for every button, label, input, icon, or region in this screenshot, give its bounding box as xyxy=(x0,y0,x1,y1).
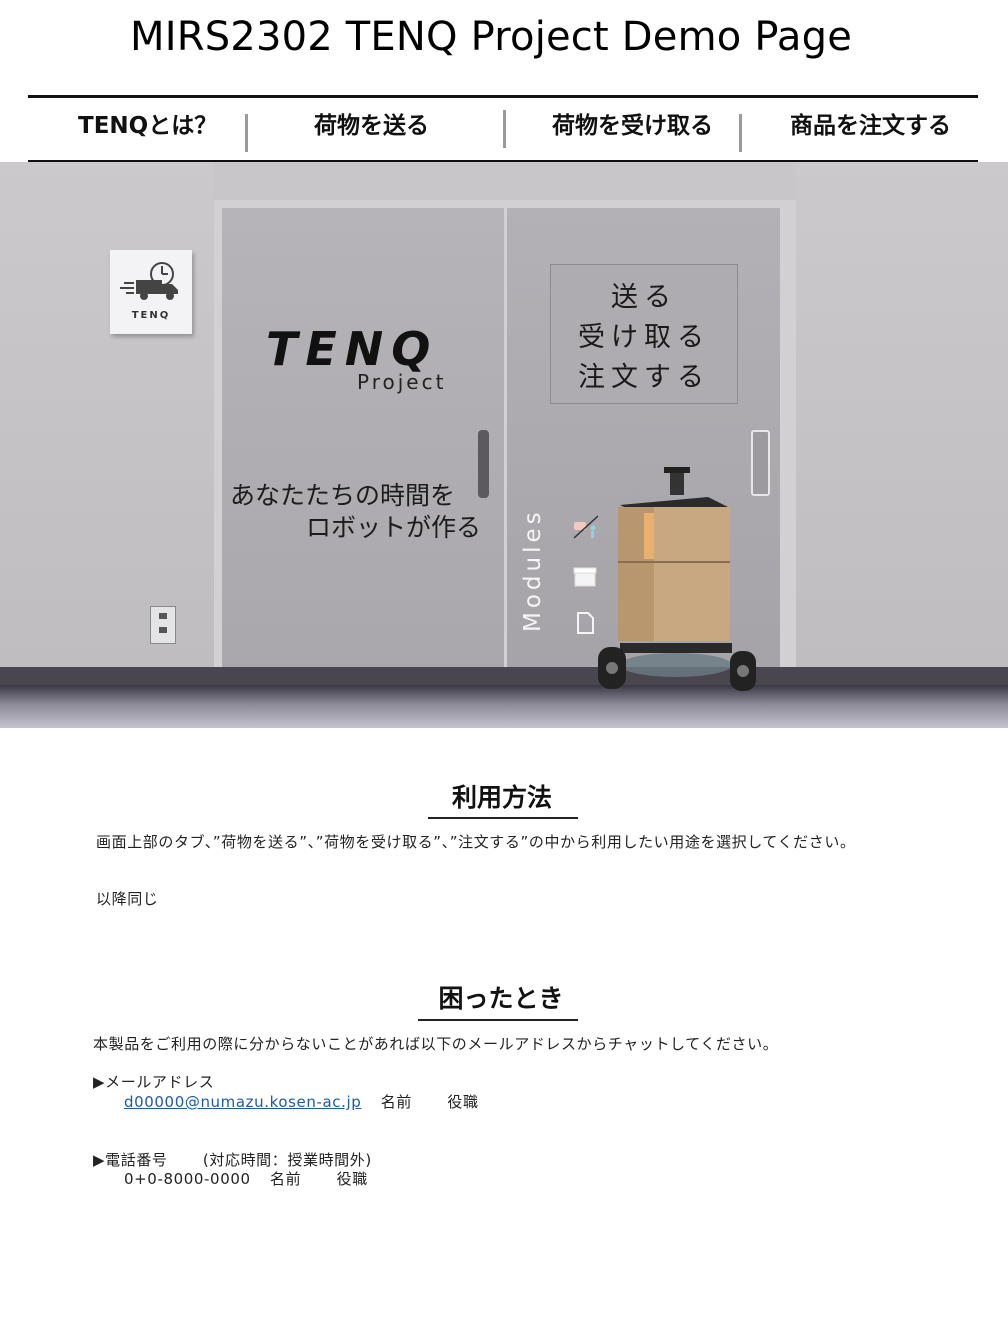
hero-tagline: あなたたちの時間を ロボットが作る xyxy=(230,480,481,544)
help-heading-underline xyxy=(418,1019,578,1021)
window-text-receive: 受け取る xyxy=(578,322,710,353)
tab-order-product[interactable]: 商品を注文する xyxy=(790,98,951,154)
phone-section-label: ▶電話番号 (対応時間：授業時間外) xyxy=(93,1149,372,1170)
phone-label: ▶電話番号 xyxy=(93,1151,168,1169)
email-section-label: ▶メールアドレス xyxy=(93,1073,215,1091)
sign-label: TENQ xyxy=(131,310,171,321)
email-contact-role: 役職 xyxy=(447,1093,479,1111)
send-module-icon xyxy=(573,515,598,539)
tab-send-package[interactable]: 荷物を送る xyxy=(314,98,429,154)
help-intro: 本製品をご利用の際に分からないことがあれば以下のメールアドレスからチャットしてく… xyxy=(93,1035,779,1053)
usage-instructions: 画面上部のタブ、”荷物を送る”、”荷物を受け取る”、”注文する”の中から利用した… xyxy=(96,833,856,851)
contact-email-link[interactable]: d00000@numazu.kosen-ac.jp xyxy=(124,1093,361,1111)
tagline-line-2: ロボットが作る xyxy=(306,513,482,542)
email-contact-row: d00000@numazu.kosen-ac.jp 名前 役職 xyxy=(124,1091,479,1112)
tagline-line-1: あなたたちの時間を xyxy=(230,481,456,510)
tab-about-tenq[interactable]: TENQとは？ xyxy=(78,98,217,154)
usage-heading: 利用方法 xyxy=(451,783,552,812)
tenq-logo-title: TENQ xyxy=(266,322,439,376)
usage-heading-underline xyxy=(428,817,578,819)
door-window-panel: 送る 受け取る 注文する xyxy=(550,264,738,404)
baseboard xyxy=(0,667,1008,685)
wall-outlet xyxy=(150,606,176,644)
wall xyxy=(796,162,1008,667)
phone-number: 0+0-8000-0000 xyxy=(124,1170,251,1188)
nav-separator xyxy=(739,114,742,152)
phone-hours: (対応時間：授業時間外) xyxy=(202,1151,372,1169)
usage-note: 以降同じ xyxy=(96,890,159,908)
main-nav: TENQとは？ 荷物を送る 荷物を受け取る 商品を注文する xyxy=(28,95,978,163)
help-heading: 困ったとき xyxy=(438,984,564,1013)
delivery-truck-icon xyxy=(120,262,178,300)
phone-contact-role: 役職 xyxy=(336,1170,368,1188)
window-text-order: 注文する xyxy=(578,362,710,393)
nav-separator xyxy=(245,114,248,152)
tenq-wall-sign: TENQ xyxy=(110,250,192,334)
email-contact-name: 名前 xyxy=(380,1093,412,1111)
document-module-icon xyxy=(577,612,594,634)
tenq-robot-illustration xyxy=(598,467,756,691)
modules-label: Modules xyxy=(520,508,546,632)
box-module-icon xyxy=(573,567,597,587)
sliding-door-left xyxy=(222,208,504,683)
window-text-send: 送る xyxy=(611,282,677,313)
floor xyxy=(0,685,1008,728)
tab-receive-package[interactable]: 荷物を受け取る xyxy=(552,98,713,154)
nav-separator xyxy=(503,110,506,148)
tenq-logo-subtitle: Project xyxy=(357,370,447,394)
hero-banner: TENQ TENQ Project 送る 受け取る 注文する あなたたちの時間を… xyxy=(0,162,1008,728)
phone-contact-row: 0+0-8000-0000 名前 役職 xyxy=(124,1168,368,1189)
wall xyxy=(0,162,214,667)
page-title: MIRS2302 TENQ Project Demo Page xyxy=(130,14,853,60)
phone-contact-name: 名前 xyxy=(270,1170,302,1188)
